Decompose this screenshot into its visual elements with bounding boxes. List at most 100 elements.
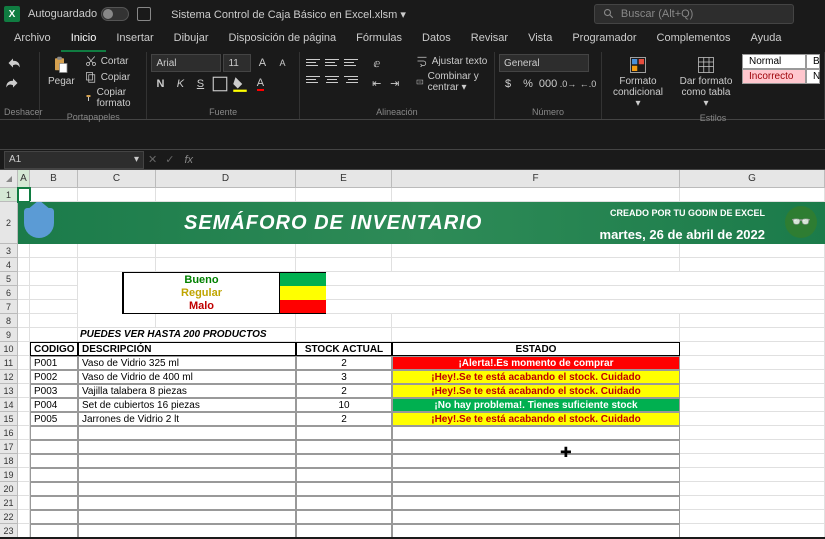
td-descripcion[interactable]: Jarrones de Vidrio 2 lt: [78, 412, 296, 426]
underline-button[interactable]: S: [191, 75, 209, 93]
td-stock[interactable]: 10: [296, 398, 392, 412]
decrease-indent-button[interactable]: ⇤: [368, 74, 386, 92]
cell[interactable]: [296, 314, 392, 328]
td-empty[interactable]: [296, 482, 392, 496]
row-header-7[interactable]: 7: [0, 300, 18, 314]
decrease-decimal-button[interactable]: ←.0: [579, 75, 597, 93]
tab-inicio[interactable]: Inicio: [61, 28, 107, 52]
cell[interactable]: [680, 342, 825, 356]
filename-label[interactable]: Sistema Control de Caja Básico en Excel.…: [171, 8, 406, 21]
comma-button[interactable]: 000: [539, 75, 557, 93]
cell[interactable]: [680, 370, 825, 384]
wrap-text-button[interactable]: Ajustar texto: [414, 54, 490, 68]
cell[interactable]: [18, 496, 30, 510]
row-header-10[interactable]: 10: [0, 342, 18, 356]
cancel-formula-icon[interactable]: ✕: [144, 153, 161, 166]
row-header-9[interactable]: 9: [0, 328, 18, 342]
cell[interactable]: [18, 398, 30, 412]
cell[interactable]: [680, 398, 825, 412]
cell[interactable]: [156, 188, 296, 202]
enter-formula-icon[interactable]: ✓: [161, 153, 178, 166]
cell[interactable]: [78, 314, 156, 328]
td-descripcion[interactable]: Set de cubiertos 16 piezas: [78, 398, 296, 412]
th-estado[interactable]: ESTADO: [392, 342, 680, 356]
row-header-22[interactable]: 22: [0, 510, 18, 524]
cell[interactable]: [18, 524, 30, 537]
percent-button[interactable]: %: [519, 75, 537, 93]
cell[interactable]: [326, 272, 825, 286]
td-empty[interactable]: [78, 454, 296, 468]
cell-styles-gallery[interactable]: Normal B Incorrecto N: [742, 54, 820, 84]
td-empty[interactable]: [30, 496, 78, 510]
row-header-17[interactable]: 17: [0, 440, 18, 454]
cell[interactable]: [18, 482, 30, 496]
cell[interactable]: [296, 328, 392, 342]
td-estado[interactable]: ¡No hay problema!. Tienes suficiente sto…: [392, 398, 680, 412]
cell[interactable]: [78, 244, 156, 258]
toggle-icon[interactable]: [101, 7, 129, 21]
cell[interactable]: [18, 468, 30, 482]
borders-button[interactable]: [211, 75, 229, 93]
cell[interactable]: [18, 426, 30, 440]
cell[interactable]: [680, 384, 825, 398]
td-codigo[interactable]: P003: [30, 384, 78, 398]
tab-insertar[interactable]: Insertar: [106, 28, 163, 52]
cell[interactable]: [680, 468, 825, 482]
td-empty[interactable]: [296, 440, 392, 454]
tab-revisar[interactable]: Revisar: [461, 28, 518, 52]
cell[interactable]: [296, 188, 392, 202]
cell[interactable]: [156, 244, 296, 258]
cell[interactable]: [680, 412, 825, 426]
cell[interactable]: [326, 286, 825, 300]
redo-button[interactable]: [4, 74, 22, 92]
cell[interactable]: [680, 258, 825, 272]
td-descripcion[interactable]: Vaso de Vidrio 325 ml: [78, 356, 296, 370]
tab-dibujar[interactable]: Dibujar: [164, 28, 219, 52]
row-header-1[interactable]: 1: [0, 188, 18, 202]
td-empty[interactable]: [78, 524, 296, 537]
th-codigo[interactable]: CODIGO: [30, 342, 78, 356]
increase-indent-button[interactable]: ⇥: [386, 74, 404, 92]
fill-color-button[interactable]: [231, 75, 249, 93]
col-header-D[interactable]: D: [156, 170, 296, 188]
row-header-13[interactable]: 13: [0, 384, 18, 398]
td-empty[interactable]: [30, 510, 78, 524]
cell-A1[interactable]: [18, 188, 30, 202]
td-empty[interactable]: [78, 468, 296, 482]
cell[interactable]: [680, 524, 825, 537]
sheet-cells[interactable]: SEMÁFORO DE INVENTARIO CREADO POR TU GOD…: [18, 188, 825, 537]
cell[interactable]: [18, 384, 30, 398]
select-all-corner[interactable]: [0, 170, 18, 188]
increase-font-button[interactable]: A: [253, 54, 271, 72]
autosave-toggle[interactable]: Autoguardado: [28, 7, 129, 21]
cell[interactable]: [78, 188, 156, 202]
td-estado[interactable]: ¡Hey!.Se te está acabando el stock. Cuid…: [392, 384, 680, 398]
decrease-font-button[interactable]: A: [273, 54, 291, 72]
cell[interactable]: [78, 258, 156, 272]
increase-decimal-button[interactable]: .0→: [559, 75, 577, 93]
tab-vista[interactable]: Vista: [518, 28, 562, 52]
align-right-button[interactable]: [342, 71, 360, 87]
td-empty[interactable]: [30, 426, 78, 440]
cell[interactable]: [18, 356, 30, 370]
row-header-8[interactable]: 8: [0, 314, 18, 328]
tab-ayuda[interactable]: Ayuda: [741, 28, 792, 52]
style-bad[interactable]: Incorrecto: [742, 69, 806, 84]
cell[interactable]: [30, 300, 78, 314]
td-stock[interactable]: 3: [296, 370, 392, 384]
td-empty[interactable]: [296, 524, 392, 537]
row-header-19[interactable]: 19: [0, 468, 18, 482]
cell[interactable]: [680, 440, 825, 454]
cell[interactable]: [30, 272, 78, 286]
conditional-format-button[interactable]: Formato condicional ▾: [606, 54, 670, 111]
td-estado[interactable]: ¡Hey!.Se te está acabando el stock. Cuid…: [392, 412, 680, 426]
tab-fórmulas[interactable]: Fórmulas: [346, 28, 412, 52]
td-empty[interactable]: [296, 468, 392, 482]
cell[interactable]: [30, 328, 78, 342]
row-header-6[interactable]: 6: [0, 286, 18, 300]
td-descripcion[interactable]: Vaso de Vidrio de 400 ml: [78, 370, 296, 384]
align-left-button[interactable]: [304, 71, 322, 87]
cell[interactable]: [680, 482, 825, 496]
td-empty[interactable]: [296, 496, 392, 510]
italic-button[interactable]: K: [171, 75, 189, 93]
